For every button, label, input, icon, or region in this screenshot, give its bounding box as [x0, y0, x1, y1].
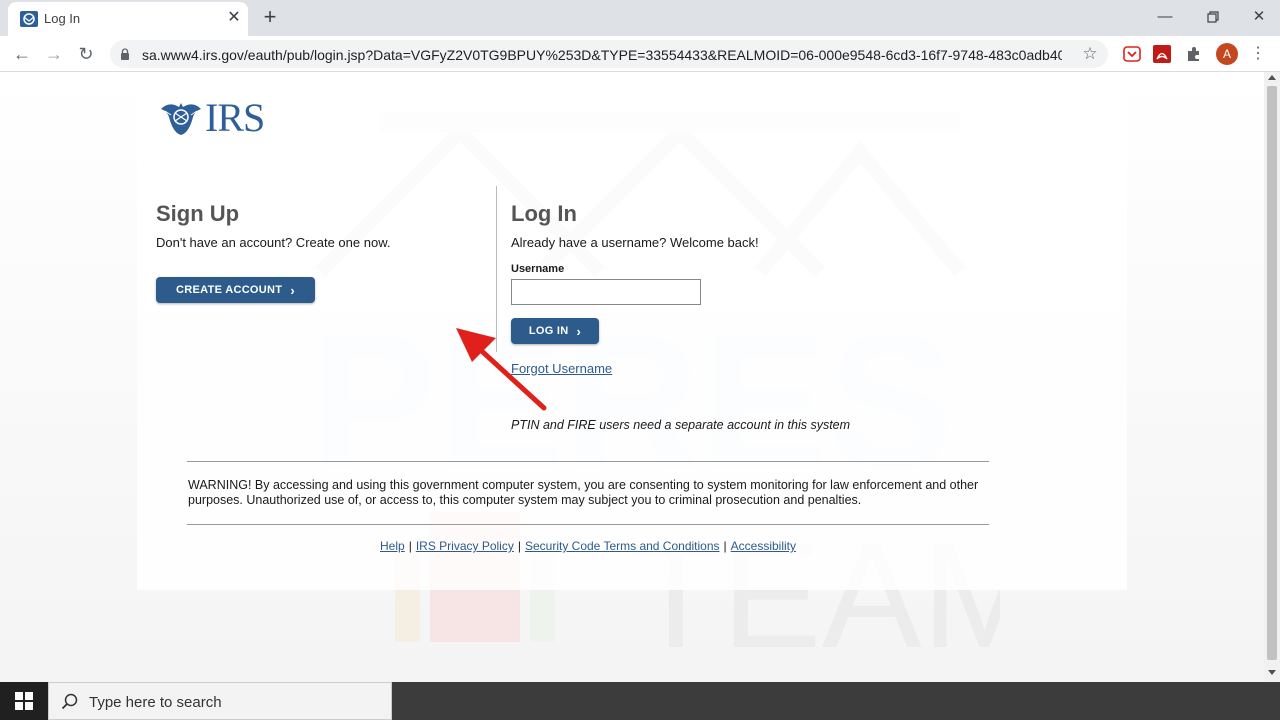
accessibility-link[interactable]: Accessibility — [731, 539, 796, 553]
footer-links: Help | IRS Privacy Policy | Security Code Te… — [380, 539, 796, 553]
security-terms-link[interactable]: Security Code Terms and Conditions — [525, 539, 720, 553]
new-tab-button[interactable]: + — [258, 6, 282, 30]
page-scrollbar[interactable] — [1264, 72, 1280, 682]
lock-icon — [121, 48, 129, 60]
reload-icon[interactable]: ↻ — [72, 40, 100, 68]
search-icon — [61, 693, 78, 710]
create-account-label: CREATE ACCOUNT — [176, 284, 283, 296]
pdf-icon[interactable] — [1152, 44, 1172, 64]
red-arrow-annotation — [456, 328, 547, 411]
avatar[interactable]: A — [1216, 43, 1238, 65]
star-icon[interactable]: ☆ — [1080, 44, 1100, 64]
taskbar-search-placeholder: Type here to search — [89, 694, 222, 711]
chevron-right-icon: › — [576, 323, 582, 339]
taskbar-search-box[interactable]: Type here to search — [48, 682, 392, 720]
tab-login[interactable]: Log In ✕ — [8, 2, 248, 36]
login-card: IRS Sign Up Don't have an account? Creat… — [137, 88, 1127, 590]
login-subtext: Already have a username? Welcome back! — [511, 235, 759, 250]
forward-arrow-icon[interactable]: → — [40, 40, 68, 68]
irs-eagle-icon — [20, 11, 38, 27]
divider-bottom — [187, 524, 989, 525]
minimize-icon[interactable]: — — [1148, 4, 1182, 30]
divider-top — [187, 461, 989, 462]
warning-text: WARNING! By accessing and using this gov… — [188, 478, 979, 507]
scroll-thumb[interactable] — [1267, 86, 1277, 660]
chevron-right-icon: › — [290, 282, 295, 298]
tab-title: Log In — [44, 11, 81, 26]
start-button[interactable] — [0, 682, 48, 720]
tab-strip: Log In ✕ + — ✕ — [0, 0, 1280, 36]
help-link[interactable]: Help — [380, 539, 405, 553]
close-window-icon[interactable]: ✕ — [1242, 4, 1276, 30]
scroll-up-icon[interactable] — [1268, 75, 1276, 80]
scroll-down-icon[interactable] — [1268, 670, 1276, 675]
login-heading: Log In — [511, 201, 577, 226]
back-arrow-icon[interactable]: ← — [8, 40, 36, 68]
privacy-policy-link[interactable]: IRS Privacy Policy — [416, 539, 514, 553]
url-text: sa.www4.irs.gov/eauth/pub/login.jsp?Data… — [142, 47, 1062, 63]
signup-heading: Sign Up — [156, 201, 240, 226]
restore-icon[interactable] — [1196, 4, 1230, 30]
pocket-icon[interactable] — [1122, 44, 1142, 64]
create-account-button[interactable]: CREATE ACCOUNT › — [156, 277, 315, 303]
extension-puzzle-icon[interactable] — [1184, 44, 1204, 64]
irs-logo[interactable]: IRS — [159, 95, 265, 140]
username-input[interactable] — [511, 279, 701, 305]
page-viewport: PERES TEAM IRS Sign Up Don't have an acc… — [0, 72, 1264, 682]
browser-toolbar: ← → ↻ sa.www4.irs.gov/eauth/pub/login.js… — [0, 36, 1280, 72]
windows-taskbar: Type here to search — [0, 682, 1280, 720]
username-label: Username — [511, 263, 565, 275]
address-bar[interactable]: sa.www4.irs.gov/eauth/pub/login.jsp?Data… — [110, 40, 1108, 68]
menu-dots-icon[interactable]: ⋮ — [1250, 42, 1266, 66]
signup-subtext: Don't have an account? Create one now. — [156, 235, 391, 250]
irs-logo-text: IRS — [205, 95, 265, 140]
close-tab-icon[interactable]: ✕ — [224, 8, 244, 28]
irs-eagle-icon — [161, 103, 201, 135]
ptin-fire-note: PTIN and FIRE users need a separate acco… — [511, 418, 851, 432]
windows-logo-icon — [15, 692, 33, 710]
